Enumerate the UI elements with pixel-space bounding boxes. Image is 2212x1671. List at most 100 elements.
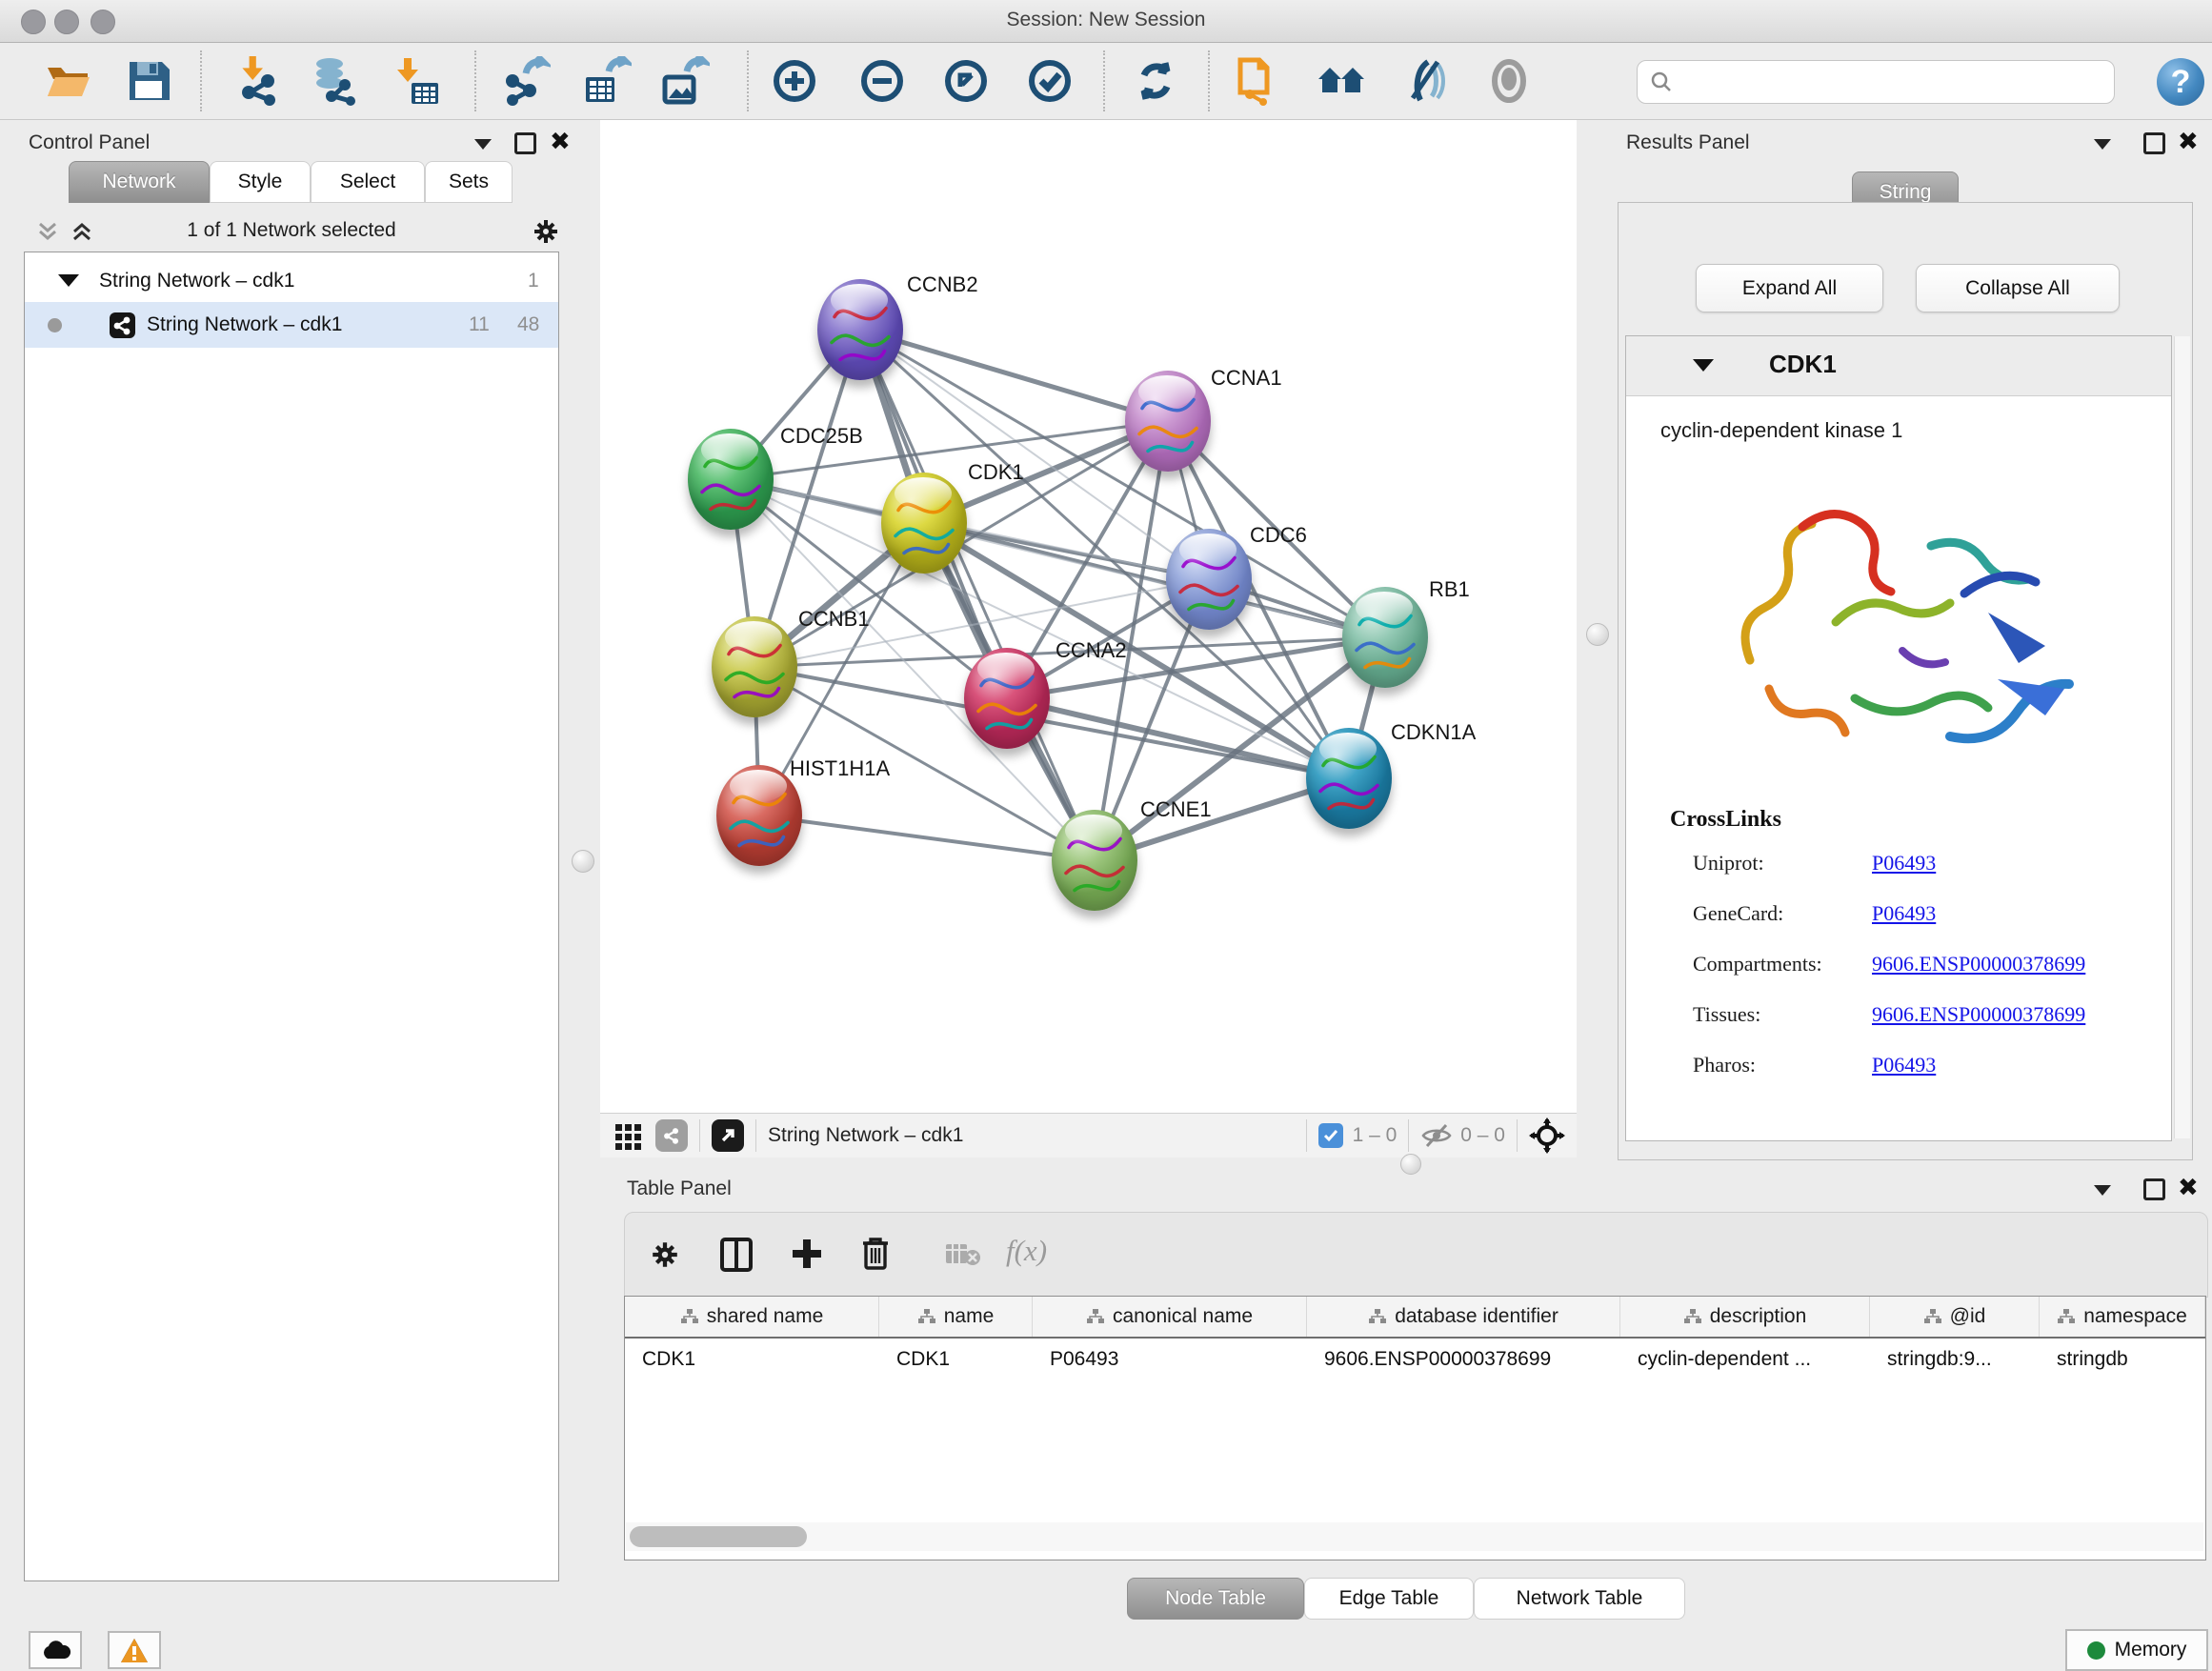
import-network-file-icon[interactable]	[231, 56, 281, 106]
column-header-description[interactable]: description	[1620, 1297, 1870, 1337]
column-header-database-identifier[interactable]: database identifier	[1307, 1297, 1620, 1337]
tab-select[interactable]: Select	[311, 161, 425, 203]
table-panel-close-icon[interactable]: ✖	[2178, 1179, 2199, 1196]
table-cell[interactable]: CDK1	[625, 1339, 879, 1380]
table-cell[interactable]: cyclin-dependent ...	[1620, 1339, 1870, 1380]
network-edge-CCNB2-CCNA1[interactable]	[860, 330, 1168, 421]
table-panel-float-icon[interactable]	[2143, 1178, 2165, 1200]
refresh-icon[interactable]	[1131, 56, 1180, 106]
network-node-CDKN1A[interactable]	[1306, 728, 1392, 829]
table-cell[interactable]: stringdb:9...	[1870, 1339, 2040, 1380]
expand-all-button[interactable]: Expand All	[1696, 264, 1883, 312]
table-hscrollbar[interactable]	[626, 1522, 2203, 1551]
network-collection-row[interactable]: String Network – cdk1 1	[25, 262, 558, 300]
crosslink-value-link[interactable]: 9606.ENSP00000378699	[1872, 952, 2085, 976]
column-header--id[interactable]: @id	[1870, 1297, 2040, 1337]
tab-sets[interactable]: Sets	[425, 161, 513, 203]
birdseye-grid-icon[interactable]	[613, 1120, 644, 1151]
collection-expander-icon[interactable]	[58, 274, 79, 287]
network-row-selected[interactable]: String Network – cdk1 11 48	[25, 302, 558, 348]
network-edge-CCNE1-CCNB2[interactable]	[860, 330, 1095, 860]
crosslink-value-link[interactable]: P06493	[1872, 851, 1936, 876]
results-panel-float-icon[interactable]	[2143, 132, 2165, 154]
help-button[interactable]: ?	[2157, 58, 2204, 106]
table-row[interactable]: CDK1CDK1P064939606.ENSP00000378699cyclin…	[625, 1339, 2205, 1380]
tab-network[interactable]: Network	[69, 161, 210, 203]
delete-column-icon[interactable]	[859, 1236, 892, 1272]
network-node-CCNB1[interactable]	[712, 616, 797, 717]
network-canvas[interactable]: CCNB2 CCNA1 CDC25B CDK1 CDC6 RB1	[600, 120, 1577, 1113]
results-panel-menu-icon[interactable]	[2094, 137, 2111, 154]
add-column-icon[interactable]	[789, 1236, 825, 1272]
horizontal-splitter-handle[interactable]	[1400, 1154, 1421, 1175]
memory-button[interactable]: Memory	[2065, 1629, 2208, 1671]
zoom-in-icon[interactable]	[770, 56, 819, 106]
network-node-CDK1[interactable]	[881, 473, 967, 574]
protein-expander-icon[interactable]	[1693, 359, 1714, 372]
open-session-icon[interactable]	[44, 56, 93, 106]
home-views-icon[interactable]	[1317, 56, 1366, 106]
table-cell[interactable]: 9606.ENSP00000378699	[1307, 1339, 1620, 1380]
function-builder-icon[interactable]: f(x)	[1006, 1234, 1047, 1268]
table-cell[interactable]: P06493	[1033, 1339, 1307, 1380]
crosslink-value-link[interactable]: P06493	[1872, 901, 1936, 926]
table-settings-gear-icon[interactable]	[650, 1239, 680, 1270]
table-hscrollbar-thumb[interactable]	[630, 1526, 807, 1547]
search-input[interactable]	[1674, 70, 2087, 94]
import-network-database-icon[interactable]	[309, 56, 358, 106]
delete-table-icon[interactable]	[945, 1241, 981, 1268]
results-panel-close-icon[interactable]: ✖	[2178, 133, 2199, 150]
results-scrollbar[interactable]	[2174, 336, 2190, 1138]
selected-checkbox-icon[interactable]	[1318, 1123, 1343, 1148]
right-splitter-handle[interactable]	[1586, 623, 1609, 646]
open-in-window-icon[interactable]	[712, 1119, 744, 1152]
save-session-icon[interactable]	[124, 56, 173, 106]
network-node-RB1[interactable]	[1342, 587, 1428, 688]
network-edge-CDKN1A-CCNA2[interactable]	[1007, 698, 1349, 778]
network-share-icon[interactable]	[655, 1119, 688, 1152]
table-cell[interactable]: CDK1	[879, 1339, 1033, 1380]
control-panel-float-icon[interactable]	[514, 132, 536, 154]
tab-edge-table[interactable]: Edge Table	[1304, 1578, 1474, 1620]
export-image-icon[interactable]	[660, 56, 710, 106]
warning-status-button[interactable]	[108, 1631, 161, 1669]
network-node-CCNA2[interactable]	[964, 648, 1050, 749]
protein-header-row[interactable]: CDK1	[1626, 336, 2171, 396]
tab-network-table[interactable]: Network Table	[1474, 1578, 1685, 1620]
column-header-name[interactable]: name	[879, 1297, 1033, 1337]
network-node-CDC25B[interactable]	[688, 429, 774, 530]
network-node-CDC6[interactable]	[1166, 529, 1252, 630]
network-edge-CDC25B-CDC6[interactable]	[731, 479, 1209, 579]
clone-network-icon[interactable]	[1231, 56, 1280, 106]
right-splitter[interactable]	[1577, 120, 1618, 1157]
control-panel-menu-icon[interactable]	[474, 137, 492, 154]
network-node-CCNA1[interactable]	[1125, 371, 1211, 472]
fit-crosshair-icon[interactable]	[1529, 1117, 1565, 1154]
export-network-icon[interactable]	[501, 56, 551, 106]
export-table-icon[interactable]	[582, 56, 632, 106]
left-splitter-handle[interactable]	[572, 850, 594, 873]
table-cell[interactable]: stringdb	[2040, 1339, 2205, 1380]
crosslink-value-link[interactable]: P06493	[1872, 1053, 1936, 1077]
select-columns-icon[interactable]	[720, 1238, 753, 1272]
hidden-eye-slash-icon[interactable]	[1420, 1121, 1453, 1150]
table-panel-menu-icon[interactable]	[2094, 1183, 2111, 1200]
column-header-namespace[interactable]: namespace	[2040, 1297, 2205, 1337]
network-edge-CCNE1-HIST1H1A[interactable]	[759, 815, 1095, 860]
hide-annotations-icon[interactable]	[1399, 56, 1449, 106]
search-box[interactable]	[1637, 60, 2115, 104]
zoom-out-icon[interactable]	[857, 56, 907, 106]
tab-node-table[interactable]: Node Table	[1127, 1578, 1304, 1620]
cloud-status-button[interactable]	[29, 1631, 82, 1669]
zoom-selected-icon[interactable]	[1025, 56, 1075, 106]
import-table-file-icon[interactable]	[392, 56, 442, 106]
crosslink-value-link[interactable]: 9606.ENSP00000378699	[1872, 1002, 2085, 1027]
column-header-shared-name[interactable]: shared name	[625, 1297, 879, 1337]
show-annotations-icon[interactable]	[1484, 56, 1534, 106]
network-options-gear-icon[interactable]	[532, 217, 560, 246]
network-node-CCNE1[interactable]	[1052, 810, 1137, 911]
column-header-canonical-name[interactable]: canonical name	[1033, 1297, 1307, 1337]
tab-style[interactable]: Style	[210, 161, 311, 203]
collapse-all-button[interactable]: Collapse All	[1916, 264, 2120, 312]
zoom-fit-icon[interactable]	[941, 56, 991, 106]
